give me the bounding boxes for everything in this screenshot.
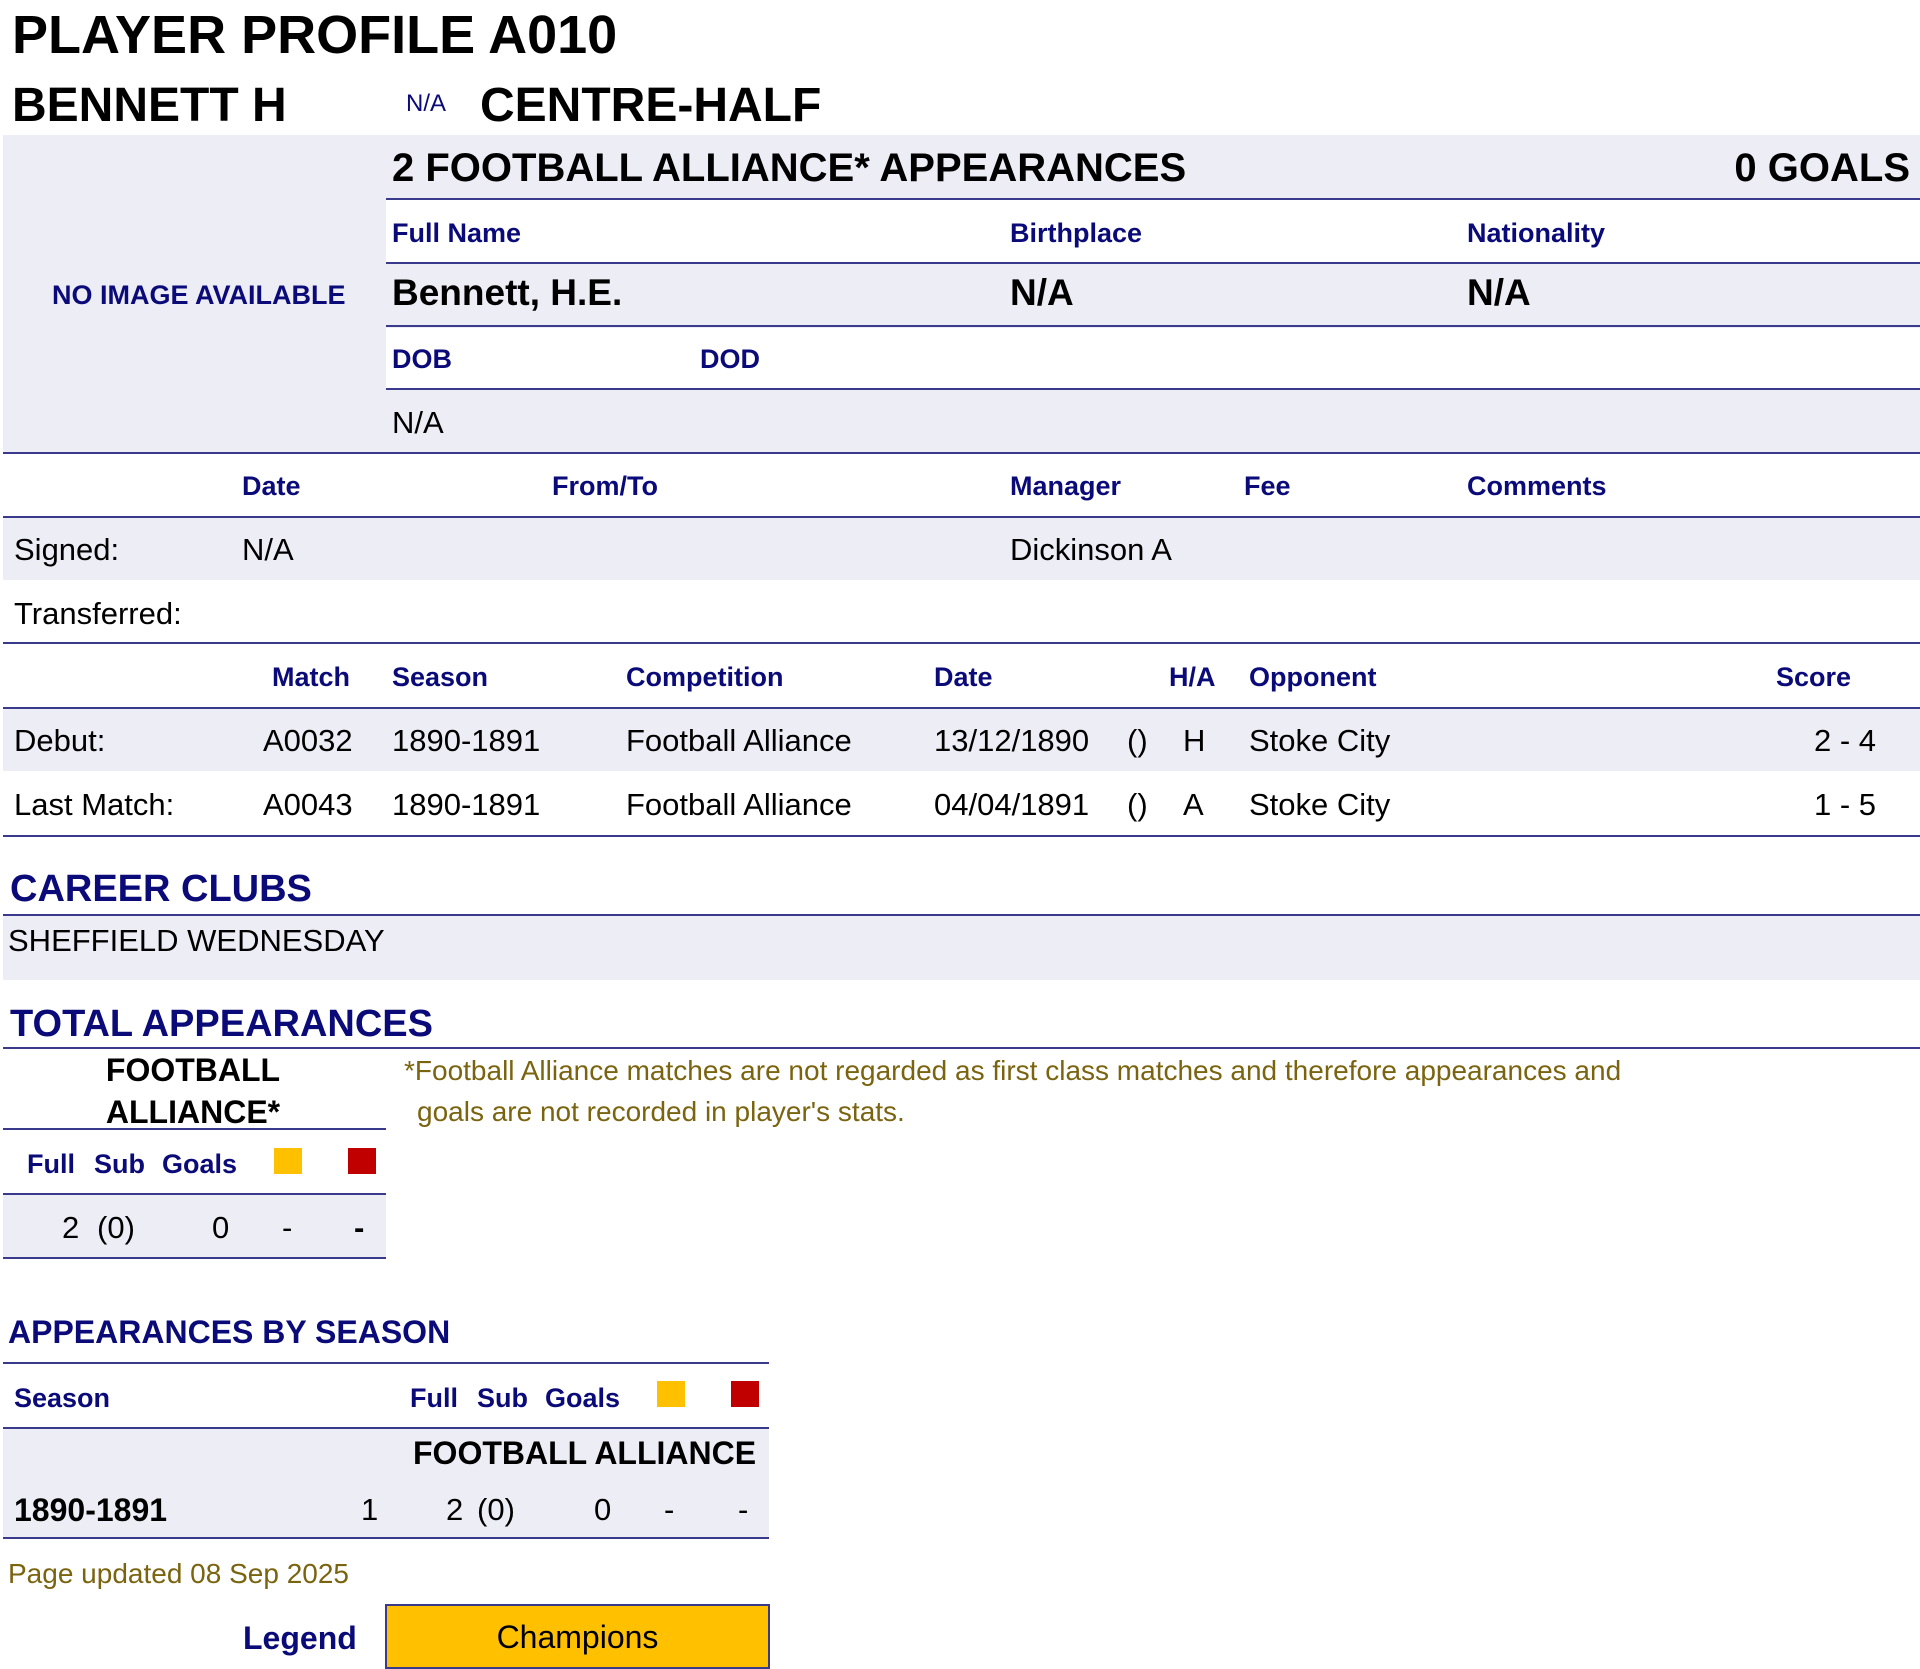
score-header: Score [1776, 662, 1852, 692]
career-clubs-list: SHEFFIELD WEDNESDAY [8, 923, 385, 958]
debut-competition: Football Alliance [626, 723, 852, 758]
totals-competition-line2: ALLIANCE* [105, 1094, 281, 1130]
last-match-label: Last Match: [14, 787, 175, 822]
full-name-value: Bennett, H.E. [392, 272, 623, 313]
debut-season: 1890-1891 [392, 723, 541, 758]
season-goals: 0 [594, 1492, 612, 1527]
totals-full-label: Full [27, 1149, 75, 1179]
debut-paren: () [1127, 723, 1148, 758]
totals-row [3, 1195, 386, 1257]
goals-header: 0 GOALS [1734, 146, 1910, 190]
season-goals-label: Goals [545, 1383, 621, 1413]
page-title: PLAYER PROFILE A010 [12, 5, 618, 65]
transfer-comments-header: Comments [1467, 471, 1607, 501]
transferred-label: Transferred: [14, 596, 182, 631]
debut-match-link[interactable]: A0032 [263, 725, 353, 756]
red-card-icon [348, 1148, 376, 1174]
totals-sub-label: Sub [94, 1149, 145, 1179]
totals-goals: 0 [212, 1210, 230, 1245]
birthplace-value: N/A [1010, 272, 1074, 313]
season-col-label: Season [14, 1383, 111, 1413]
appearances-by-season-title: APPEARANCES BY SEASON [8, 1314, 451, 1350]
squad-number: N/A [406, 90, 447, 117]
season-competition-header: FOOTBALL ALLIANCE [413, 1435, 757, 1471]
legend-label: Legend [243, 1620, 357, 1656]
player-short-name: BENNETT H [12, 79, 287, 132]
transfer-fee-header: Fee [1244, 471, 1291, 501]
last-match-season: 1890-1891 [392, 787, 541, 822]
debut-date: 13/12/1890 [934, 723, 1090, 758]
totals-sub: (0) [97, 1210, 135, 1245]
birthplace-label: Birthplace [1010, 218, 1143, 248]
dob-label: DOB [392, 344, 452, 374]
transfer-fromto-header: From/To [552, 471, 658, 501]
dod-label: DOD [700, 344, 760, 374]
signed-label: Signed: [14, 532, 120, 567]
date-header: Date [934, 662, 993, 692]
season-header: Season [392, 662, 489, 692]
debut-label: Debut: [14, 723, 106, 758]
player-position: CENTRE-HALF [480, 79, 822, 132]
season-name[interactable]: 1890-1891 [14, 1494, 167, 1526]
competition-header: Competition [626, 662, 784, 692]
signed-manager: Dickinson A [1010, 532, 1172, 567]
full-name-label: Full Name [392, 218, 522, 248]
last-match-opponent: Stoke City [1249, 787, 1391, 822]
last-match-score: 1 - 5 [1813, 787, 1876, 822]
season-yellow: - [664, 1492, 675, 1527]
transfer-manager-header: Manager [1010, 471, 1122, 501]
nationality-value: N/A [1467, 272, 1531, 313]
season-count: 1 [361, 1492, 379, 1527]
last-match-competition: Football Alliance [626, 787, 852, 822]
totals-competition-line1: FOOTBALL [105, 1052, 281, 1088]
football-alliance-note: *Football Alliance matches are not regar… [404, 1055, 1622, 1086]
match-header: Match [272, 662, 351, 692]
totals-red: - [354, 1210, 365, 1245]
opponent-header: Opponent [1249, 662, 1377, 692]
yellow-card-icon [657, 1381, 685, 1407]
last-match-date: 04/04/1891 [934, 787, 1090, 822]
totals-goals-label: Goals [162, 1149, 238, 1179]
no-image-placeholder: NO IMAGE AVAILABLE [52, 280, 346, 310]
signed-date: N/A [242, 532, 294, 567]
dob-value: N/A [392, 405, 444, 440]
nationality-label: Nationality [1467, 218, 1606, 248]
total-appearances-title: TOTAL APPEARANCES [10, 1003, 433, 1045]
appearances-header: 2 FOOTBALL ALLIANCE* APPEARANCES [392, 146, 1187, 190]
totals-yellow: - [282, 1210, 293, 1245]
debut-opponent: Stoke City [1249, 723, 1391, 758]
page-updated: Page updated 08 Sep 2025 [8, 1558, 349, 1589]
legend-champions: Champions [385, 1604, 770, 1669]
season-sub: (0) [477, 1492, 515, 1527]
season-full: 2 [446, 1492, 464, 1527]
last-match-link[interactable]: A0043 [263, 789, 353, 820]
debut-score: 2 - 4 [1813, 723, 1876, 758]
totals-full: 2 [62, 1210, 80, 1245]
yellow-card-icon [274, 1148, 302, 1174]
last-match-ha: A [1183, 787, 1204, 822]
debut-ha: H [1183, 723, 1206, 758]
last-match-paren: () [1127, 787, 1148, 822]
ha-header: H/A [1169, 662, 1216, 692]
red-card-icon [731, 1381, 759, 1407]
career-clubs-title: CAREER CLUBS [10, 868, 312, 910]
season-sub-label: Sub [477, 1383, 528, 1413]
transfer-date-header: Date [242, 471, 301, 501]
football-alliance-note-cont: goals are not recorded in player's stats… [417, 1096, 905, 1127]
season-red: - [738, 1492, 749, 1527]
season-full-label: Full [410, 1383, 458, 1413]
